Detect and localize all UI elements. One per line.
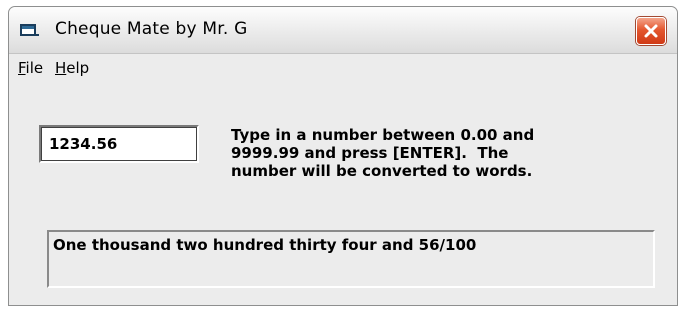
menu-help-label: elp bbox=[66, 59, 90, 77]
client-area: Type in a number between 0.00 and 9999.9… bbox=[9, 80, 677, 305]
app-window-icon[interactable] bbox=[19, 22, 41, 38]
menu-file[interactable]: File bbox=[18, 59, 43, 77]
menu-help-accel: H bbox=[55, 59, 67, 77]
number-input[interactable] bbox=[39, 125, 199, 163]
words-output: One thousand two hundred thirty four and… bbox=[47, 230, 655, 288]
instructions-line-2: 9999.99 and press [ENTER]. The bbox=[231, 144, 509, 162]
menu-file-accel: F bbox=[18, 59, 26, 77]
window-title: Cheque Mate by Mr. G bbox=[55, 19, 248, 39]
title-bar[interactable]: Cheque Mate by Mr. G bbox=[9, 7, 677, 54]
instructions-line-1: Type in a number between 0.00 and bbox=[231, 126, 535, 144]
instructions-line-3: number will be converted to words. bbox=[231, 162, 533, 180]
app-window: Cheque Mate by Mr. G File Help Type in a… bbox=[8, 6, 678, 306]
close-button[interactable] bbox=[636, 17, 666, 45]
instructions-text: Type in a number between 0.00 and 9999.9… bbox=[231, 126, 631, 180]
close-icon bbox=[644, 24, 658, 38]
menu-bar: File Help bbox=[9, 54, 677, 80]
menu-file-label: ile bbox=[25, 59, 44, 77]
menu-help[interactable]: Help bbox=[55, 59, 89, 77]
